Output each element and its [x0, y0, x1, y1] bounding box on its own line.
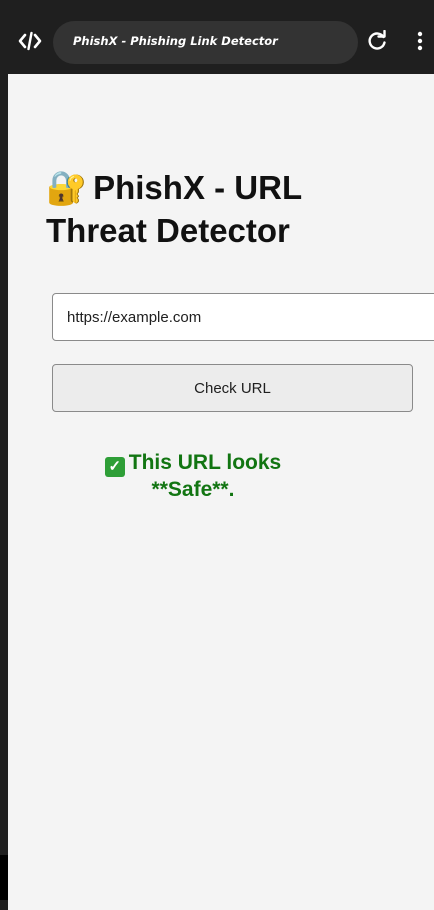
- page-content: 🔐PhishX - URL Threat Detector Check URL …: [8, 74, 434, 910]
- tab-title: PhishX - Phishing Link Detector: [73, 34, 278, 48]
- check-url-button[interactable]: Check URL: [52, 364, 413, 412]
- check-mark-icon: ✓: [104, 457, 125, 477]
- left-edge: [0, 0, 8, 910]
- address-bar[interactable]: PhishX - Phishing Link Detector: [53, 21, 358, 64]
- status-bar: [8, 0, 434, 8]
- browser-toolbar: PhishX - Phishing Link Detector: [8, 8, 434, 74]
- kebab-menu-icon[interactable]: [410, 30, 430, 52]
- left-edge-gap: [0, 855, 8, 900]
- result-text: This URL looks **Safe**.: [128, 451, 282, 501]
- reload-icon[interactable]: [366, 29, 388, 52]
- code-brackets-icon[interactable]: [18, 30, 42, 52]
- result-message: ✓ This URL looks **Safe**.: [78, 450, 308, 503]
- page-title: 🔐 PhishX - URL Threat Detector: [46, 166, 376, 252]
- lock-key-icon: 🔐: [46, 169, 88, 206]
- url-input[interactable]: [52, 293, 434, 341]
